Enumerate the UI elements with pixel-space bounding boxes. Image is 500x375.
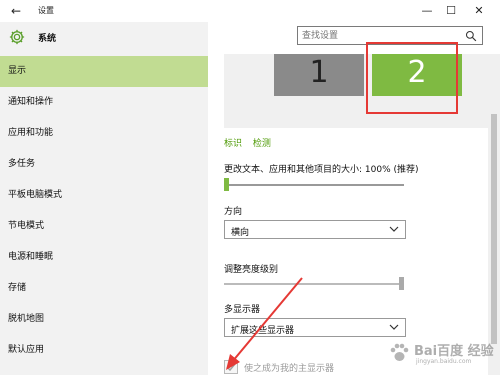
scale-label: 更改文本、应用和其他项目的大小: 100% (推荐): [224, 165, 419, 175]
orientation-value: 横向: [231, 228, 250, 238]
chevron-down-icon: [389, 226, 399, 232]
search-icon[interactable]: [465, 30, 477, 42]
maximize-button[interactable]: ☐: [442, 2, 460, 20]
orientation-label: 方向: [224, 207, 243, 217]
watermark-text: Bai百度 经验: [414, 344, 494, 359]
sidebar-item-power-sleep[interactable]: 电源和睡眠: [0, 242, 208, 273]
monitor-links: 标识 检测: [224, 136, 279, 149]
sidebar-nav: 显示 通知和操作 应用和功能 多任务 平板电脑模式 节电模式 电源和睡眠 存储 …: [0, 56, 208, 366]
sidebar-item-notifications[interactable]: 通知和操作: [0, 87, 208, 118]
monitor-1[interactable]: 1: [274, 54, 364, 96]
scale-slider-thumb[interactable]: [224, 178, 229, 191]
sidebar-item-storage[interactable]: 存储: [0, 273, 208, 304]
sidebar-item-multitasking[interactable]: 多任务: [0, 149, 208, 180]
gear-icon: [9, 29, 25, 45]
scale-slider-track[interactable]: [224, 184, 404, 186]
search-input[interactable]: [302, 29, 452, 42]
close-button[interactable]: ✕: [470, 2, 488, 20]
sidebar-item-default-apps[interactable]: 默认应用: [0, 335, 208, 366]
detect-link[interactable]: 检测: [253, 139, 271, 149]
orientation-dropdown[interactable]: 横向: [224, 220, 406, 239]
brightness-slider-thumb[interactable]: [399, 277, 404, 290]
sidebar: 系统 显示 通知和操作 应用和功能 多任务 平板电脑模式 节电模式 电源和睡眠 …: [0, 22, 208, 375]
sidebar-item-offline-maps[interactable]: 脱机地图: [0, 304, 208, 335]
watermark-url: jingyan.baidu.com: [416, 358, 472, 365]
scrollbar-thumb[interactable]: [491, 114, 497, 344]
paw-logo-icon: [390, 343, 409, 361]
identify-link[interactable]: 标识: [224, 139, 242, 149]
annotation-arrow-icon: [226, 277, 303, 370]
sidebar-item-battery-saver[interactable]: 节电模式: [0, 211, 208, 242]
baidu-watermark: Bai百度 经验 jingyan.baidu.com: [388, 340, 498, 370]
sidebar-item-tablet-mode[interactable]: 平板电脑模式: [0, 180, 208, 211]
back-button[interactable]: ←: [8, 3, 24, 19]
title-bar: ← 设置 — ☐ ✕: [0, 0, 500, 22]
sidebar-title: 系统: [38, 34, 57, 44]
sidebar-header: 系统: [0, 22, 208, 54]
scrollbar[interactable]: [488, 54, 500, 375]
sidebar-item-apps[interactable]: 应用和功能: [0, 118, 208, 149]
window-title: 设置: [38, 6, 54, 15]
minimize-button[interactable]: —: [418, 2, 436, 20]
sidebar-item-display[interactable]: 显示: [0, 56, 208, 87]
chevron-down-icon: [389, 324, 399, 330]
annotation-highlight-box: [366, 42, 458, 114]
